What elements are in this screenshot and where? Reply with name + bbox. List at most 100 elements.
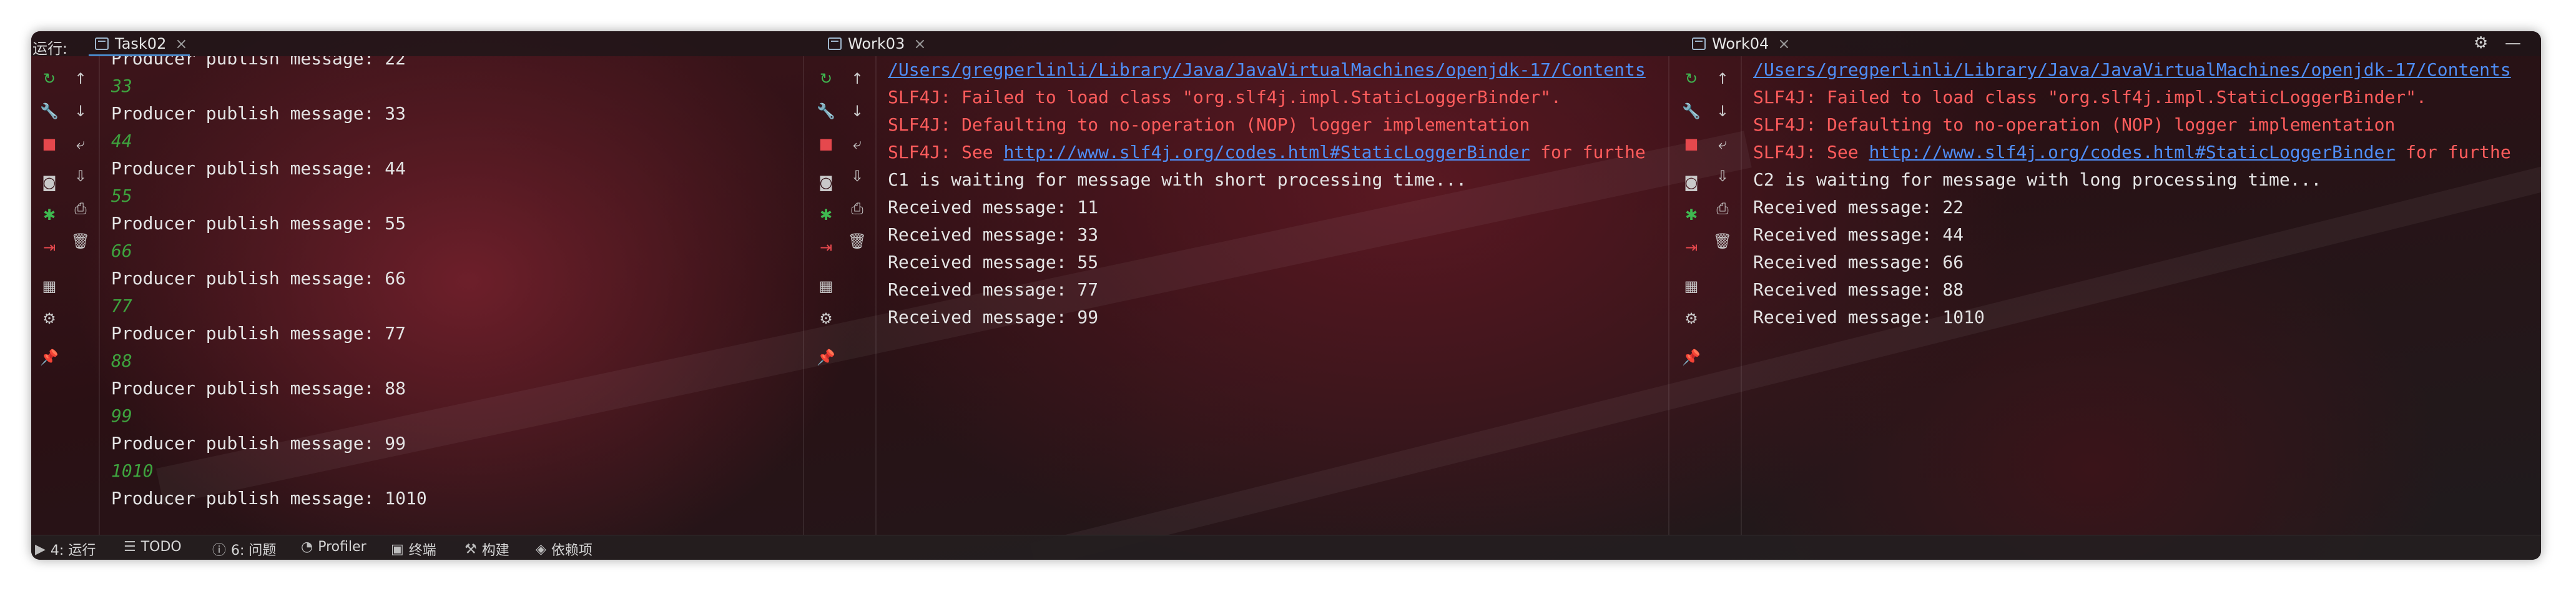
scroll-to-end-icon[interactable]: ⇩ [71,166,91,186]
console-text: Received message: 77 [888,279,1099,300]
settings-gear-icon[interactable]: ⚙ [816,309,836,329]
layout-icon[interactable]: ▦ [1681,276,1701,296]
console-text: 77 [111,296,132,316]
trash-icon[interactable]: 🗑 [847,231,867,251]
soft-wrap-icon[interactable]: ⤶ [847,134,867,154]
console-line: Received message: 77 [888,276,1098,304]
exit-icon[interactable]: ⇥ [816,237,836,257]
tab-task02[interactable]: Task02 × [88,31,190,56]
status-bar-item[interactable]: ◔ Profiler [301,539,366,555]
console-text: 33 [111,76,132,96]
scroll-to-end-icon[interactable]: ⇩ [847,166,867,186]
pin-icon[interactable]: 📌 [816,347,836,367]
console-line: SLF4J: See http://www.slf4j.org/codes.ht… [888,139,1646,166]
console-text: Received message: 33 [888,224,1099,245]
close-icon[interactable]: × [175,35,187,52]
console-output-work04[interactable]: /Users/gregperlinli/Library/Java/JavaVir… [1753,56,2541,535]
stop-icon[interactable]: ■ [39,134,59,154]
status-item-label: 终端 [408,543,436,559]
wrench-icon[interactable]: 🔧 [816,101,836,121]
scroll-to-end-icon[interactable]: ⇩ [1713,166,1733,186]
stop-icon[interactable]: ■ [816,134,836,154]
console-line: Received message: 66 [1753,249,1964,276]
exit-icon[interactable]: ⇥ [1681,237,1701,257]
rerun-icon[interactable]: ↻ [816,69,836,89]
console-output-work03[interactable]: /Users/gregperlinli/Library/Java/JavaVir… [888,56,1668,535]
tab-work04[interactable]: Work04 × [1692,31,1790,56]
tab-label: Work03 [848,35,905,52]
console-line: /Users/gregperlinli/Library/Java/JavaVir… [888,56,1646,84]
layout-icon[interactable]: ▦ [39,276,59,296]
status-bar-item[interactable]: ⚒ 构建 [465,539,509,559]
console-text: Producer publish message: 44 [111,158,406,179]
scroll-down-icon[interactable]: ↓ [847,101,867,121]
console-line: Producer publish message: 1010 [111,485,427,512]
console-line: Producer publish message: 77 [111,320,406,347]
console-link[interactable]: http://www.slf4j.org/codes.html#StaticLo… [1869,142,2395,162]
wrench-icon[interactable]: 🔧 [1681,101,1701,121]
console-text: for furthe [1530,142,1646,162]
trash-icon[interactable]: 🗑 [1713,231,1733,251]
close-icon[interactable]: × [1777,35,1790,52]
camera-icon[interactable]: ◙ [39,172,59,192]
status-bar-item[interactable]: ▶ 4: 运行 [35,539,96,559]
debug-bug-icon[interactable]: ✱ [39,205,59,225]
print-icon[interactable]: ⎙ [847,199,867,219]
stop-icon[interactable]: ■ [1681,134,1701,154]
divider [1741,56,1742,535]
wrench-icon[interactable]: 🔧 [39,101,59,121]
trash-icon[interactable]: 🗑 [71,231,91,251]
camera-icon[interactable]: ◙ [816,172,836,192]
soft-wrap-icon[interactable]: ⤶ [71,134,91,154]
scroll-up-icon[interactable]: ↑ [847,69,867,89]
status-bar-item[interactable]: ☰ TODO [124,539,182,555]
pin-icon[interactable]: 📌 [1681,347,1701,367]
print-icon[interactable]: ⎙ [1713,199,1733,219]
pin-icon[interactable]: 📌 [39,347,59,367]
console-line: 1010 [111,457,153,485]
soft-wrap-icon[interactable]: ⤶ [1713,134,1733,154]
minimize-icon[interactable]: — [2505,34,2521,52]
console-line: Received message: 22 [1753,194,1964,221]
settings-gear-icon[interactable]: ⚙ [1681,309,1701,329]
console-line: Received message: 99 [888,304,1098,331]
console-output-task02[interactable]: Producer publish message: 22 33 Producer p… [111,56,827,535]
debug-bug-icon[interactable]: ✱ [816,205,836,225]
status-item-icon: ▣ [391,541,404,557]
console-text: Received message: 11 [888,197,1099,217]
settings-icon[interactable]: ⚙ [2474,34,2488,52]
console-link[interactable]: /Users/gregperlinli/Library/Java/JavaVir… [888,59,1646,80]
debug-bug-icon[interactable]: ✱ [1681,205,1701,225]
scroll-up-icon[interactable]: ↑ [1713,69,1733,89]
divider [875,56,877,535]
scroll-down-icon[interactable]: ↓ [1713,101,1733,121]
console-line: SLF4J: Failed to load class "org.slf4j.i… [1753,84,2427,111]
console-line: SLF4J: See http://www.slf4j.org/codes.ht… [1753,139,2511,166]
scroll-down-icon[interactable]: ↓ [71,101,91,121]
console-icon [828,37,842,50]
console-text: SLF4J: See [888,142,1004,162]
console-link[interactable]: http://www.slf4j.org/codes.html#StaticLo… [1003,142,1530,162]
tab-label: Work04 [1712,35,1769,52]
print-icon[interactable]: ⎙ [71,199,91,219]
layout-icon[interactable]: ▦ [816,276,836,296]
tab-work03[interactable]: Work03 × [828,31,926,56]
console-line: 33 [111,72,132,100]
close-icon[interactable]: × [913,35,926,52]
settings-gear-icon[interactable]: ⚙ [39,309,59,329]
console-link[interactable]: /Users/gregperlinli/Library/Java/JavaVir… [1753,59,2511,80]
divider [1668,56,1669,535]
scroll-up-icon[interactable]: ↑ [71,69,91,89]
console-text: Producer publish message: 1010 [111,488,427,509]
status-bar-item[interactable]: ⓘ 6: 问题 [212,539,276,559]
status-bar-item[interactable]: ◈ 依赖项 [536,539,592,559]
rerun-icon[interactable]: ↻ [39,69,59,89]
console-line: 66 [111,237,132,265]
exit-icon[interactable]: ⇥ [39,237,59,257]
rerun-icon[interactable]: ↻ [1681,69,1701,89]
status-item-label: 6: 问题 [231,543,277,559]
console-text: Producer publish message: 33 [111,103,406,124]
camera-icon[interactable]: ◙ [1681,172,1701,192]
status-item-icon: ◈ [536,541,546,557]
status-bar-item[interactable]: ▣ 终端 [391,539,436,559]
